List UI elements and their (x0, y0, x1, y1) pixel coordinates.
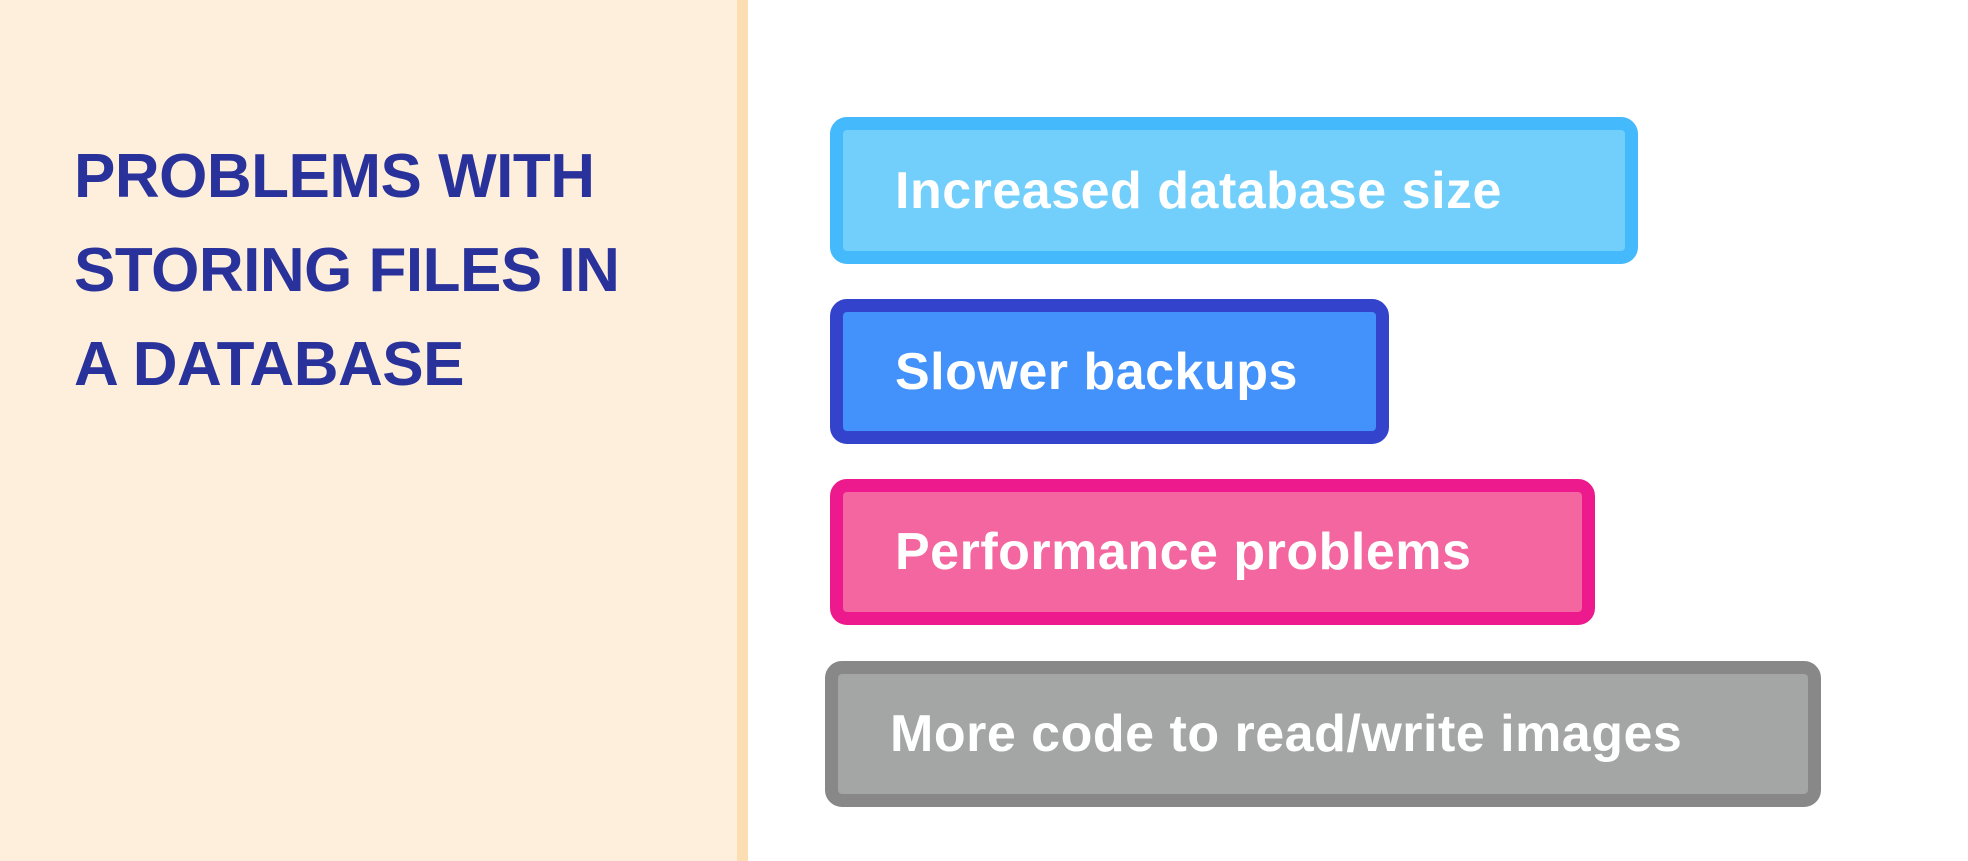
problem-label: Slower backups (895, 342, 1298, 401)
problem-more-code: More code to read/write images (825, 661, 1821, 807)
problem-performance-problems: Performance problems (830, 479, 1595, 625)
problem-label: Performance problems (895, 523, 1472, 581)
problem-increased-database-size: Increased database size (830, 117, 1638, 264)
title-line: A DATABASE (74, 330, 464, 399)
title-line: STORING FILES IN (74, 236, 620, 305)
problem-label: Increased database size (895, 161, 1502, 220)
problem-slower-backups: Slower backups (830, 299, 1389, 444)
problem-label: More code to read/write images (890, 705, 1683, 763)
title-line: PROBLEMS WITH (74, 142, 595, 211)
title-panel: PROBLEMS WITH STORING FILES IN A DATABAS… (0, 0, 748, 861)
slide-title: PROBLEMS WITH STORING FILES IN A DATABAS… (74, 130, 620, 412)
